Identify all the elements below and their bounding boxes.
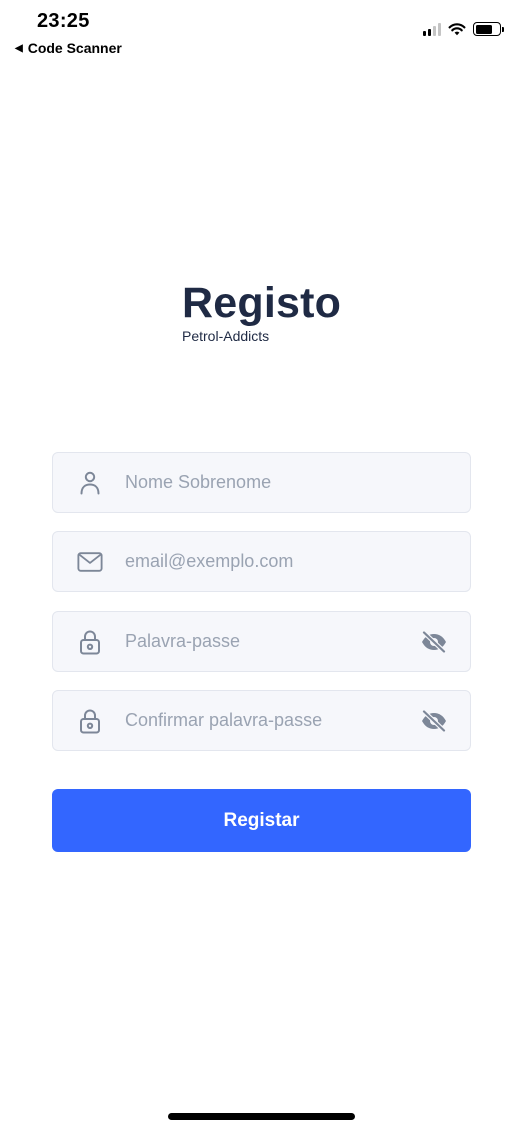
email-field[interactable]	[52, 531, 471, 592]
user-icon	[77, 470, 103, 496]
name-field[interactable]	[52, 452, 471, 513]
lock-icon	[77, 708, 103, 734]
back-triangle-icon: ◀	[15, 42, 23, 54]
battery-icon	[473, 22, 504, 36]
wifi-icon	[448, 23, 466, 36]
status-time: 23:25	[37, 10, 90, 32]
name-input[interactable]	[125, 453, 425, 512]
page-title: Registo	[182, 279, 342, 327]
eye-off-icon[interactable]	[420, 707, 448, 735]
page-subtitle: Petrol-Addicts	[182, 328, 270, 345]
register-button[interactable]: Registar	[52, 789, 471, 852]
eye-off-icon[interactable]	[420, 628, 448, 656]
password-input[interactable]	[125, 612, 425, 671]
back-link-label: Code Scanner	[27, 40, 122, 56]
cellular-signal-icon	[423, 22, 441, 36]
home-indicator	[168, 1113, 355, 1120]
mail-icon	[77, 549, 103, 575]
status-icons	[423, 22, 504, 36]
email-input[interactable]	[125, 532, 425, 591]
lock-icon	[77, 629, 103, 655]
back-to-app-link[interactable]: ◀ Code Scanner	[15, 40, 122, 56]
confirm-password-input[interactable]	[125, 691, 425, 750]
password-field[interactable]	[52, 611, 471, 672]
title-block: Registo Petrol-Addicts	[182, 279, 342, 345]
confirm-password-field[interactable]	[52, 690, 471, 751]
